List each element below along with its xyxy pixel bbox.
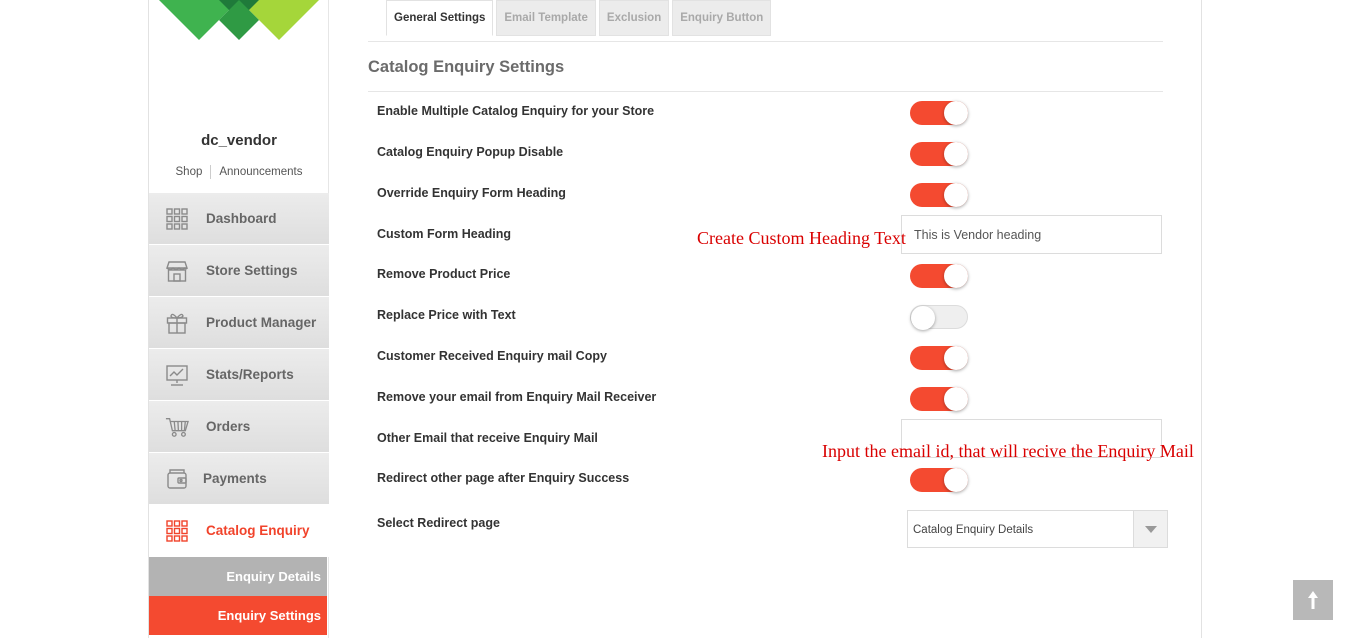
vendor-links: Shop Announcements <box>149 165 329 179</box>
sidebar-item-label: Payments <box>203 471 267 486</box>
toggle-knob <box>944 101 968 125</box>
sidebar-item-catalog-enquiry[interactable]: Catalog Enquiry <box>149 505 329 557</box>
grid-icon <box>165 207 189 231</box>
chevron-down-icon[interactable] <box>1133 511 1167 547</box>
vendor-name: dc_vendor <box>201 132 277 149</box>
setting-label: Override Enquiry Form Heading <box>377 186 566 200</box>
setting-label: Custom Form Heading <box>377 227 512 241</box>
shop-link[interactable]: Shop <box>176 166 203 178</box>
sidebar-item-label: Stats/Reports <box>206 367 294 382</box>
settings-tabs: General Settings Email Template Exclusio… <box>386 0 774 36</box>
chart-board-icon <box>165 363 189 387</box>
tab-exclusion[interactable]: Exclusion <box>598 0 670 36</box>
announcements-link[interactable]: Announcements <box>219 166 302 178</box>
redirect-page-select[interactable]: Catalog Enquiry Details <box>907 510 1168 548</box>
setting-label: Enable Multiple Catalog Enquiry for your… <box>377 104 655 118</box>
sidebar-item-orders[interactable]: Orders <box>149 401 329 453</box>
sidebar-item-label: Dashboard <box>206 211 277 226</box>
scroll-to-top-button[interactable] <box>1293 580 1333 620</box>
setting-label: Catalog Enquiry Popup Disable <box>377 145 564 159</box>
sidebar-menu: Dashboard Store Settings Product Manager <box>149 193 329 635</box>
section-title: Catalog Enquiry Settings <box>368 58 565 76</box>
remove-email-toggle[interactable] <box>910 387 968 411</box>
sidebar-item-label: Product Manager <box>206 315 317 330</box>
heading-annotation: Create Custom Heading Text <box>697 228 906 248</box>
enable-multiple-enquiry-toggle[interactable] <box>910 101 968 125</box>
setting-label: Redirect other page after Enquiry Succes… <box>377 471 630 485</box>
cart-icon <box>165 415 189 439</box>
sidebar-item-dashboard[interactable]: Dashboard <box>149 193 329 245</box>
store-logo <box>159 0 319 40</box>
customer-mail-copy-toggle[interactable] <box>910 346 968 370</box>
vendor-sidebar: dc_vendor Shop Announcements Dashboard St <box>149 0 329 638</box>
popup-disable-toggle[interactable] <box>910 142 968 166</box>
override-heading-toggle[interactable] <box>910 183 968 207</box>
tab-general-settings[interactable]: General Settings <box>386 0 494 36</box>
submenu-enquiry-details[interactable]: Enquiry Details <box>149 557 327 596</box>
toggle-knob <box>911 306 935 330</box>
sidebar-item-product-manager[interactable]: Product Manager <box>149 297 329 349</box>
replace-price-toggle[interactable] <box>910 305 968 330</box>
toggle-knob <box>944 142 968 166</box>
setting-label: Other Email that receive Enquiry Mail <box>377 431 598 445</box>
sidebar-item-payments[interactable]: Payments <box>149 453 329 505</box>
custom-heading-input[interactable] <box>901 215 1162 254</box>
setting-label: Remove your email from Enquiry Mail Rece… <box>377 390 657 404</box>
redirect-toggle[interactable] <box>910 468 968 492</box>
gift-icon <box>165 311 189 335</box>
tab-enquiry-button[interactable]: Enquiry Button <box>672 0 772 36</box>
remove-price-toggle[interactable] <box>910 264 968 288</box>
toggle-knob <box>944 387 968 411</box>
setting-label: Remove Product Price <box>377 267 511 281</box>
sidebar-item-label: Catalog Enquiry <box>206 523 310 538</box>
toggle-knob <box>944 346 968 370</box>
arrow-up-icon <box>1308 591 1318 609</box>
sidebar-item-label: Store Settings <box>206 263 298 278</box>
select-value: Catalog Enquiry Details <box>913 524 1034 536</box>
email-annotation: Input the email id, that will recive the… <box>822 441 1194 461</box>
store-icon <box>165 259 189 283</box>
section-divider <box>368 91 1163 92</box>
sidebar-item-label: Orders <box>206 419 251 434</box>
submenu-enquiry-settings[interactable]: Enquiry Settings <box>149 596 327 635</box>
sidebar-item-stats-reports[interactable]: Stats/Reports <box>149 349 329 401</box>
setting-label: Select Redirect page <box>377 516 500 530</box>
toggle-knob <box>944 183 968 207</box>
toggle-knob <box>944 468 968 492</box>
toggle-knob <box>944 264 968 288</box>
tab-email-template[interactable]: Email Template <box>496 0 596 36</box>
setting-label: Replace Price with Text <box>377 308 516 322</box>
setting-label: Customer Received Enquiry mail Copy <box>377 349 607 363</box>
sidebar-item-store-settings[interactable]: Store Settings <box>149 245 329 297</box>
link-separator <box>210 165 212 179</box>
grid-icon <box>165 519 189 543</box>
wallet-icon <box>165 467 189 491</box>
tabs-divider <box>368 41 1163 42</box>
frame-right-border <box>1201 0 1202 638</box>
